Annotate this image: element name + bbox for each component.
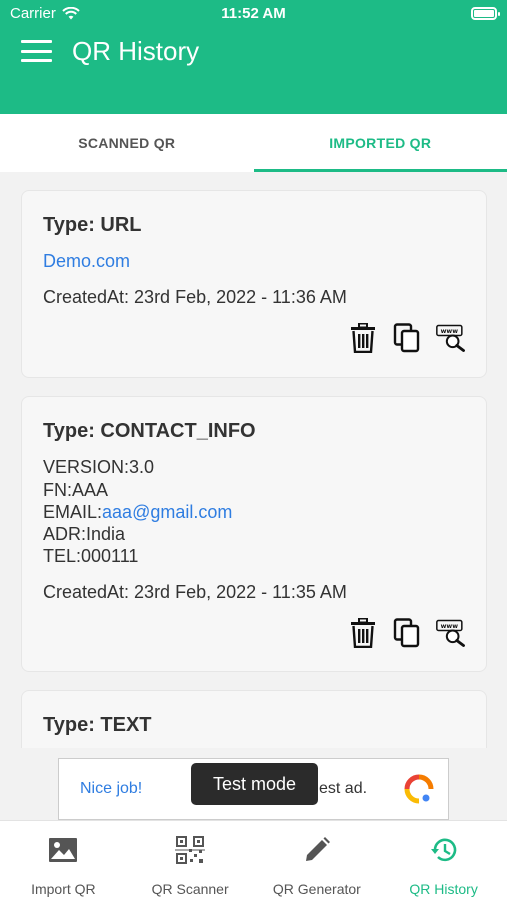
- pencil-icon: [300, 835, 334, 865]
- card-actions: www: [348, 323, 466, 353]
- menu-icon[interactable]: [21, 40, 52, 62]
- card-tel: TEL:000111: [43, 546, 139, 566]
- svg-text:www: www: [441, 623, 459, 630]
- test-mode-toast: Test mode: [191, 763, 318, 805]
- bottom-nav: Import QR QR Scanner QR Generator QR His…: [0, 820, 507, 900]
- card-version: VERSION:3.0: [43, 457, 155, 477]
- nav-label: QR Scanner: [151, 881, 229, 897]
- nav-label: QR History: [409, 881, 478, 897]
- history-card-text: Type: TEXT: [21, 690, 487, 748]
- history-list[interactable]: Type: URL Demo.com CreatedAt: 23rd Feb, …: [0, 172, 507, 748]
- card-email-prefix: EMAIL:: [43, 502, 103, 522]
- tab-bar: SCANNED QR IMPORTED QR: [0, 114, 507, 172]
- nav-qr-scanner[interactable]: QR Scanner: [127, 821, 254, 900]
- history-card-contact: Type: CONTACT_INFO VERSION:3.0 FN:AAA EM…: [21, 396, 487, 672]
- svg-text:www: www: [441, 328, 459, 335]
- card-actions: www: [348, 618, 466, 648]
- card-email-link[interactable]: aaa@gmail.com: [102, 502, 232, 522]
- card-fn: FN:AAA: [43, 480, 109, 500]
- web-search-icon[interactable]: www: [436, 323, 466, 353]
- card-type: Type: CONTACT_INFO: [43, 420, 256, 442]
- card-adr: ADR:India: [43, 524, 126, 544]
- card-link[interactable]: Demo.com: [43, 251, 130, 272]
- nav-label: QR Generator: [272, 881, 361, 897]
- ad-text: Nice job!: [80, 780, 143, 797]
- web-search-icon[interactable]: www: [436, 618, 466, 648]
- card-created-at: CreatedAt: 23rd Feb, 2022 - 11:36 AM: [43, 287, 347, 307]
- status-bar: Carrier 11:52 AM: [0, 0, 507, 28]
- nav-qr-history[interactable]: QR History: [380, 821, 507, 900]
- card-type: Type: TEXT: [43, 714, 152, 736]
- copy-icon[interactable]: [392, 323, 422, 353]
- history-card-url: Type: URL Demo.com CreatedAt: 23rd Feb, …: [21, 190, 487, 378]
- card-type: Type: URL: [43, 214, 142, 236]
- image-icon: [46, 835, 80, 865]
- tab-imported-qr[interactable]: IMPORTED QR: [253, 114, 507, 172]
- battery-icon: [471, 7, 500, 20]
- history-icon: [427, 835, 461, 865]
- trash-icon[interactable]: [348, 323, 378, 353]
- clock: 11:52 AM: [221, 5, 286, 22]
- trash-icon[interactable]: [348, 618, 378, 648]
- ad-logo-icon: [404, 774, 434, 804]
- card-created-at: CreatedAt: 23rd Feb, 2022 - 11:35 AM: [43, 582, 347, 602]
- page-title: QR History: [72, 36, 200, 66]
- nav-qr-generator[interactable]: QR Generator: [254, 821, 381, 900]
- nav-import-qr[interactable]: Import QR: [0, 821, 127, 900]
- qr-code-icon: [173, 835, 207, 865]
- tab-scanned-qr[interactable]: SCANNED QR: [0, 114, 254, 172]
- nav-label: Import QR: [31, 881, 96, 897]
- copy-icon[interactable]: [392, 618, 422, 648]
- ad-text-tail: est ad.: [319, 780, 368, 797]
- card-email: EMAIL:aaa@gmail.com: [43, 502, 232, 523]
